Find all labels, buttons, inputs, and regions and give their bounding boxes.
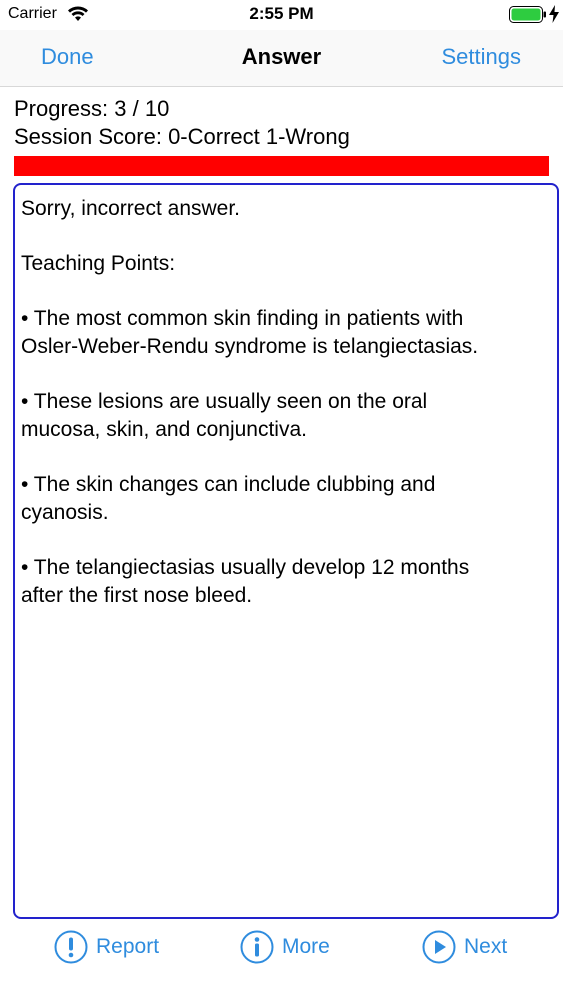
teaching-point-line: • The most common skin finding in patien… xyxy=(21,307,464,330)
progress-bar xyxy=(14,156,549,176)
settings-button[interactable]: Settings xyxy=(442,44,522,70)
next-button[interactable]: Next xyxy=(422,930,507,964)
report-button[interactable]: Report xyxy=(54,930,159,964)
answer-text-box[interactable]: Sorry, incorrect answer. Teaching Points… xyxy=(13,183,559,919)
report-button-label: Report xyxy=(96,935,160,958)
clock: 2:55 PM xyxy=(249,4,314,23)
result-message: Sorry, incorrect answer. xyxy=(21,197,241,220)
teaching-point-line: • The telangiectasias usually develop 12… xyxy=(21,556,470,579)
play-circle-icon xyxy=(422,930,456,964)
screen: Carrier 2:55 PM Done Answer Settings Pro… xyxy=(0,0,563,1000)
teaching-point-line: • The skin changes can include clubbing … xyxy=(21,473,436,496)
next-button-label: Next xyxy=(464,935,508,958)
teaching-point-line: Osler-Weber-Rendu syndrome is telangiect… xyxy=(21,335,479,358)
navigation-bar: Done Answer Settings xyxy=(0,30,563,87)
exclamation-circle-icon xyxy=(54,930,88,964)
progress-info: Progress: 3 / 10 Session Score: 0-Correc… xyxy=(14,95,350,151)
more-button[interactable]: More xyxy=(240,930,330,964)
charging-icon xyxy=(549,5,559,23)
teaching-point: • These lesions are usually seen on the … xyxy=(21,388,551,444)
battery-icon xyxy=(509,6,546,23)
more-button-label: More xyxy=(282,935,330,958)
teaching-point-line: • These lesions are usually seen on the … xyxy=(21,390,428,413)
teaching-point: • The telangiectasias usually develop 12… xyxy=(21,554,551,610)
teaching-point-line: after the first nose bleed. xyxy=(21,584,253,607)
session-score-label: Session Score: 0-Correct 1-Wrong xyxy=(14,124,350,149)
bottom-toolbar: Report More Next xyxy=(0,912,563,982)
teaching-point-line: mucosa, skin, and conjunctiva. xyxy=(21,418,307,441)
status-bar: Carrier 2:55 PM xyxy=(0,0,563,30)
progress-label: Progress: 3 / 10 xyxy=(14,96,170,121)
teaching-point: • The most common skin finding in patien… xyxy=(21,305,551,361)
teaching-point-line: cyanosis. xyxy=(21,501,109,524)
progress-bar-fill xyxy=(14,156,549,176)
info-circle-icon xyxy=(240,930,274,964)
teaching-points-heading: Teaching Points: xyxy=(21,252,176,275)
teaching-point: • The skin changes can include clubbing … xyxy=(21,471,551,527)
